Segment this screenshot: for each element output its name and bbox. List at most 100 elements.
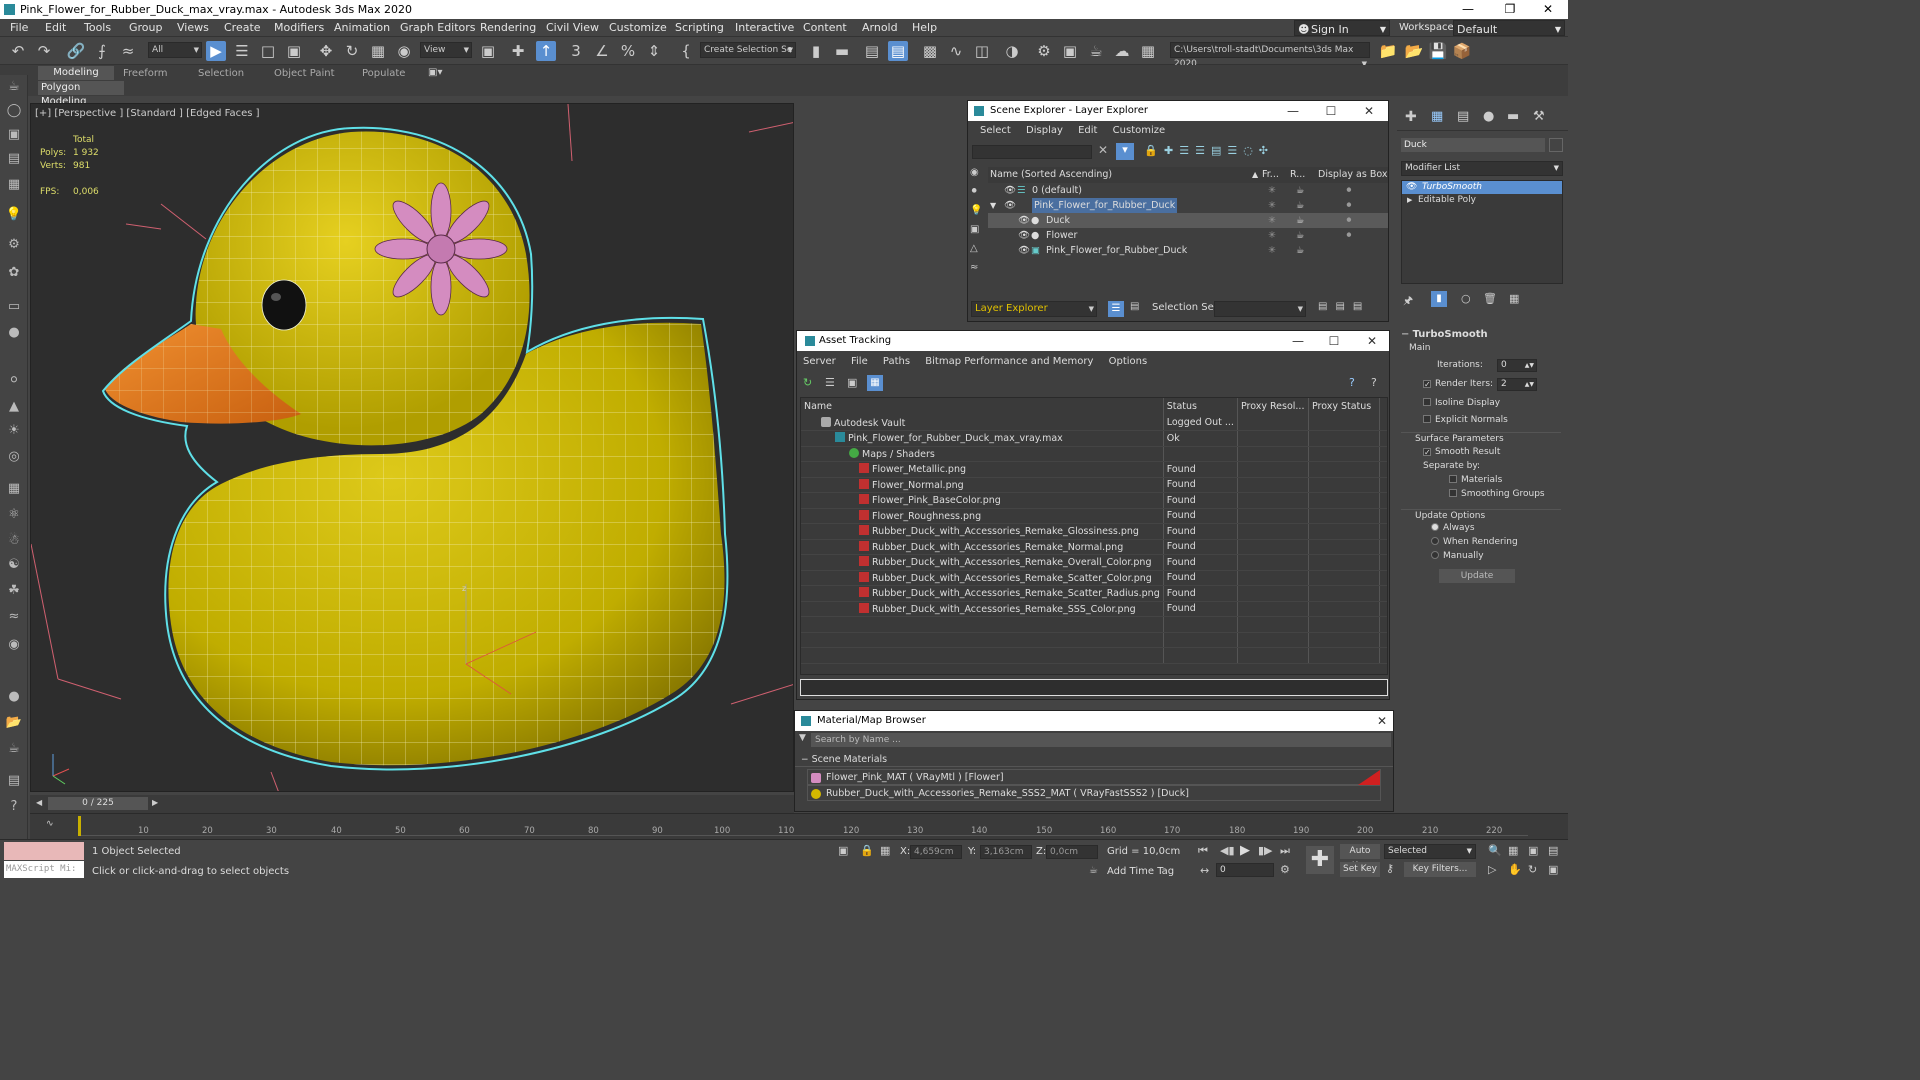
render-production-icon[interactable]: ☕	[1086, 41, 1106, 61]
align-icon[interactable]: ▬	[832, 41, 852, 61]
named-selection-set-dropdown[interactable]: Create Selection Se ▼	[700, 42, 796, 58]
reference-coordinate-dropdown[interactable]: View ▼	[420, 42, 472, 58]
list-view-icon[interactable]: ☰	[825, 376, 835, 389]
stack-item-editable-poly[interactable]: ▶ Editable Poly	[1402, 194, 1562, 207]
maximize-icon[interactable]: ☐	[1316, 101, 1346, 121]
z-coordinate-input[interactable]: 0,0cm	[1046, 845, 1098, 859]
sphere-icon[interactable]: ●	[4, 323, 24, 343]
go-to-end-icon[interactable]: ⏭	[1280, 844, 1290, 858]
zoom-extents-icon[interactable]: ▣	[1528, 844, 1538, 857]
materials-checkbox[interactable]	[1449, 475, 1457, 483]
rendered-frame-window-icon[interactable]: ▣	[1060, 41, 1080, 61]
plant-icon[interactable]: ☘	[4, 581, 24, 601]
tab-populate[interactable]: Populate	[362, 67, 405, 81]
placement-icon[interactable]: ◉	[394, 41, 414, 61]
table-row[interactable]: Flower_Pink_BaseColor.png Found	[801, 492, 1387, 509]
eye-icon[interactable]: 👁	[1406, 181, 1417, 194]
keyboard-shortcut-override-icon[interactable]: ↑	[536, 41, 556, 61]
show-end-result-icon[interactable]: ▮	[1431, 291, 1447, 307]
cylinder-icon[interactable]: ▲	[4, 397, 24, 417]
next-key-icon[interactable]: ▮▶	[1258, 844, 1273, 857]
display-tab-icon[interactable]: ▬	[1507, 109, 1519, 124]
column-status[interactable]: Status	[1163, 398, 1238, 415]
menu-interactive[interactable]: Interactive	[735, 19, 794, 37]
table-row[interactable]: Rubber_Duck_with_Accessories_Remake_Scat…	[801, 570, 1387, 586]
menu-tools[interactable]: Tools	[84, 19, 111, 37]
add-time-tag[interactable]: Add Time Tag	[1107, 866, 1174, 877]
at-menu-paths[interactable]: Paths	[883, 351, 910, 373]
chevron-down-icon[interactable]: ▼	[799, 733, 806, 743]
prev-key-icon[interactable]: ◀▮	[1220, 844, 1235, 857]
geosphere-icon[interactable]: ⚪	[4, 371, 24, 391]
menu-modifiers[interactable]: Modifiers	[274, 19, 324, 37]
menu-animation[interactable]: Animation	[334, 19, 390, 37]
close-icon[interactable]: ✕	[1354, 101, 1384, 121]
table-row[interactable]: Flower_Metallic.png Found	[801, 461, 1387, 478]
zoom-all-icon[interactable]: ▦	[1508, 844, 1518, 857]
render-setup-icon[interactable]: ⚙	[1034, 41, 1054, 61]
object-name-input[interactable]: Duck	[1401, 138, 1545, 152]
layer-mode-icon[interactable]: ☰	[1108, 301, 1124, 317]
angle-snap-icon[interactable]: ∠	[592, 41, 612, 61]
hierarchy-mode-icon[interactable]: ▤	[1130, 301, 1139, 312]
maxscript-listener[interactable]	[4, 842, 84, 860]
motion-tab-icon[interactable]: ●	[1483, 109, 1494, 124]
sign-in-dropdown[interactable]: ☻ Sign In ▼	[1294, 20, 1390, 36]
menu-create[interactable]: Create	[224, 19, 261, 37]
sun-icon[interactable]: ☀	[4, 421, 24, 441]
configure-sets-icon[interactable]: ▦	[1509, 292, 1519, 305]
tab-freeform[interactable]: Freeform	[123, 67, 168, 81]
archive-icon[interactable]: 📦	[1452, 41, 1472, 61]
ribbon-options-icon[interactable]: ▣▾	[428, 67, 442, 78]
clear-search-icon[interactable]: ✕	[1098, 143, 1108, 157]
column-name[interactable]: Name	[801, 398, 1164, 415]
at-path-field[interactable]	[800, 679, 1388, 696]
refresh-icon[interactable]: ↻	[803, 376, 812, 389]
select-object-icon[interactable]: ▶	[206, 41, 226, 61]
pivot-center-icon[interactable]: ▣	[478, 41, 498, 61]
column-display-as-box[interactable]: Display as Box	[1318, 167, 1388, 183]
render-icon[interactable]: ☕	[1296, 198, 1305, 213]
track-bar[interactable]: ∿ 10 20 30 40 50 60 70 80 90 100 110 120…	[30, 813, 1568, 839]
modify-tab-icon[interactable]: ▦	[1431, 109, 1443, 124]
table-row[interactable]: Flower_Roughness.png Found	[801, 508, 1387, 524]
column-proxy-status[interactable]: Proxy Status	[1308, 398, 1380, 415]
minimize-icon[interactable]: —	[1448, 0, 1488, 19]
menu-rendering[interactable]: Rendering	[480, 19, 536, 37]
pink-flower[interactable]	[374, 182, 508, 316]
freeze-icon[interactable]: ✳	[1268, 198, 1276, 213]
duck-model[interactable]: z	[31, 104, 794, 792]
open-folder-icon[interactable]: 📂	[1404, 41, 1424, 61]
eye-icon[interactable]: 👁	[1018, 213, 1030, 228]
set-key-button[interactable]: Set Key	[1340, 862, 1380, 877]
polygon-modeling-panel[interactable]: Polygon Modeling	[38, 81, 124, 107]
lock-selection-icon[interactable]: 🔒	[860, 844, 874, 857]
at-menu-bitmap[interactable]: Bitmap Performance and Memory	[925, 351, 1093, 373]
material-icon[interactable]: ◉	[4, 635, 24, 655]
menu-graph-editors[interactable]: Graph Editors	[400, 19, 476, 37]
curve-editor-icon[interactable]: ∿	[946, 41, 966, 61]
manually-row[interactable]: Manually	[1401, 551, 1561, 565]
smoothing-groups-checkbox[interactable]	[1449, 489, 1457, 497]
plane-icon[interactable]: ▭	[4, 297, 24, 317]
se-search-input[interactable]	[972, 145, 1092, 159]
close-icon[interactable]: ✕	[1357, 331, 1387, 351]
selection-set-dropdown[interactable]: ▼	[1214, 301, 1306, 317]
select-manipulate-icon[interactable]: ✚	[508, 41, 528, 61]
freeze-icon[interactable]: ✳	[1268, 228, 1276, 243]
rollout-header[interactable]: − TurboSmooth	[1401, 329, 1561, 343]
selection-filter-dropdown[interactable]: All ▼	[148, 42, 202, 58]
render-icon[interactable]: ☕	[1296, 243, 1305, 258]
material-item-duck[interactable]: Rubber_Duck_with_Accessories_Remake_SSS2…	[807, 785, 1381, 801]
stack-item-turbosmooth[interactable]: 👁 TurboSmooth	[1402, 181, 1562, 194]
zoom-icon[interactable]: 🔍	[1488, 844, 1502, 857]
column-freeze[interactable]: Fr...	[1262, 167, 1279, 183]
box-icon[interactable]: ⚫	[1345, 228, 1353, 243]
eye-icon[interactable]: 👁	[1004, 183, 1016, 198]
go-to-start-icon[interactable]: ⏮	[1198, 844, 1208, 858]
time-tag-icon[interactable]: ☕	[1089, 865, 1098, 876]
redo-icon[interactable]: ↷	[34, 41, 54, 61]
hierarchy-tab-icon[interactable]: ▤	[1457, 109, 1469, 124]
modifier-list-dropdown[interactable]: Modifier List ▼	[1401, 161, 1563, 176]
key-selection-dropdown[interactable]: Selected ▼	[1384, 844, 1476, 859]
